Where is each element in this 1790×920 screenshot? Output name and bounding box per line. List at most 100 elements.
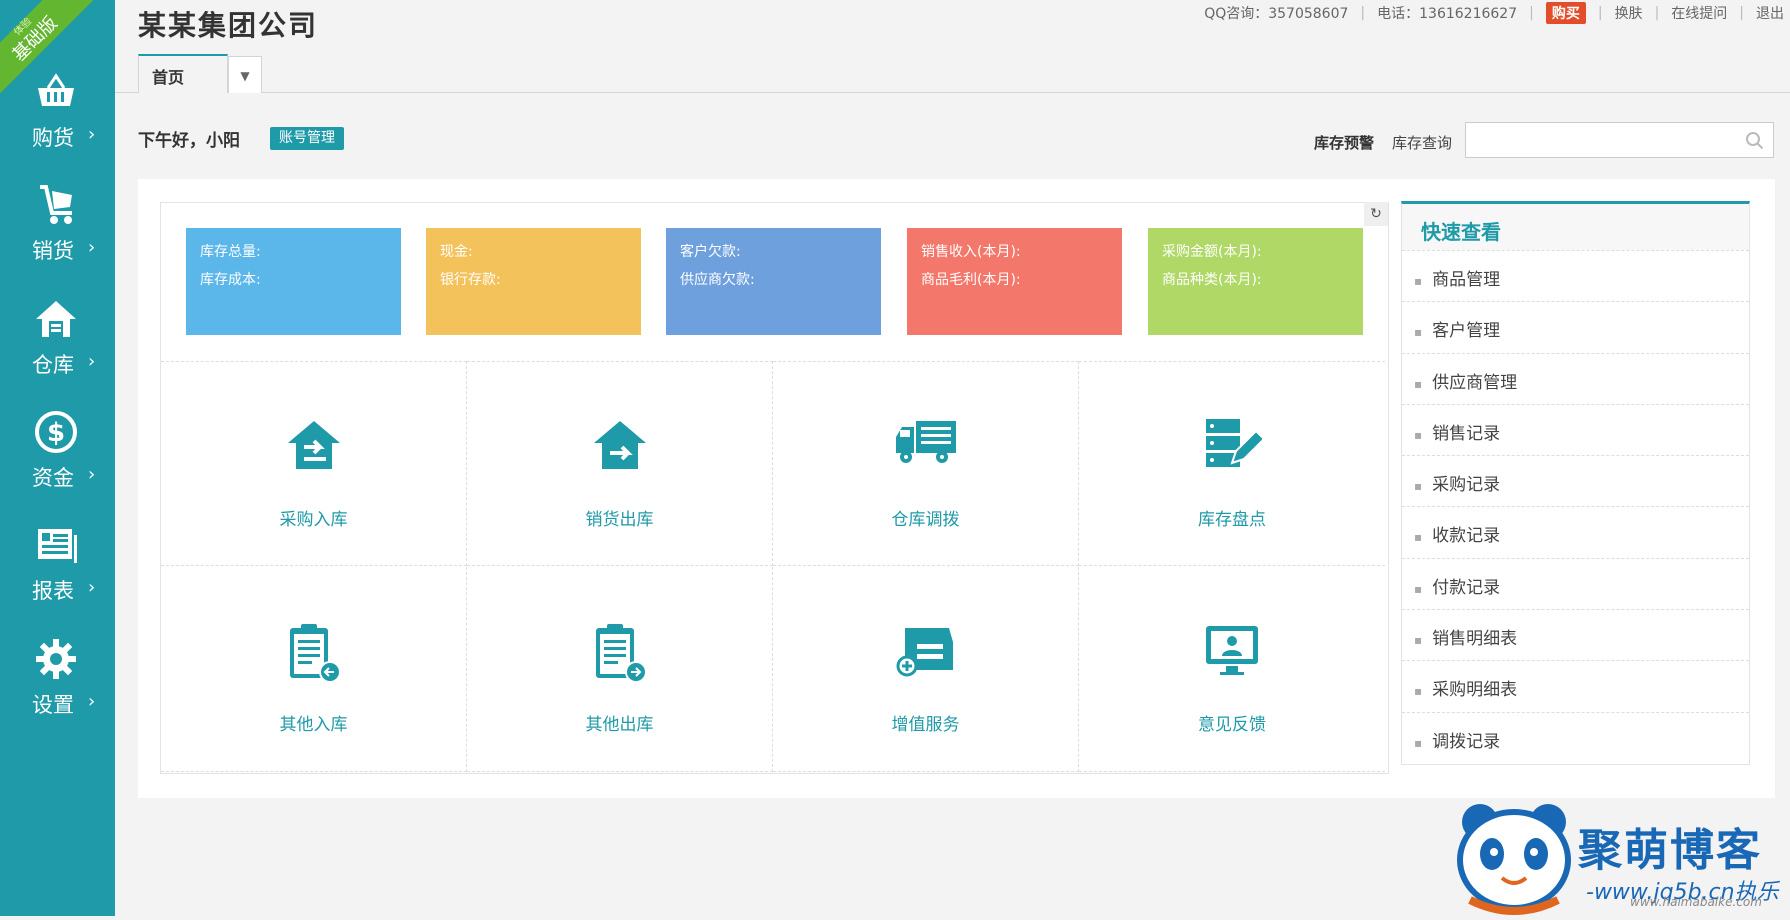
stat-card-purchase: 采购金额(本月): 商品种类(本月): <box>1148 228 1363 335</box>
quick-item-transfer-record[interactable]: ▪ 调拨记录 <box>1402 711 1749 763</box>
house-icon <box>36 301 76 337</box>
stat-card-debt: 客户欠款: 供应商欠款: <box>666 228 881 335</box>
tile-feedback[interactable]: 意见反馈 <box>1079 567 1385 772</box>
service-box-icon <box>896 628 953 677</box>
tab-dropdown-button[interactable]: ▼ <box>228 56 262 93</box>
inventory-check-icon <box>1206 419 1262 467</box>
quick-item-label: 采购记录 <box>1432 475 1501 496</box>
stat-label: 销售收入(本月): <box>921 244 1021 260</box>
stat-card-sales: 销售收入(本月): 商品毛利(本月): <box>907 228 1122 335</box>
tab-bar-divider <box>115 92 1790 93</box>
chevron-right-icon: › <box>88 351 96 372</box>
quick-item-label: 客户管理 <box>1432 321 1501 342</box>
logout-link[interactable]: 退出 <box>1756 3 1784 23</box>
watermark-title: 聚萌博客 <box>1578 825 1762 876</box>
stat-label: 采购金额(本月): <box>1162 244 1262 260</box>
stat-label: 现金: <box>440 244 473 260</box>
tile-value-added-service[interactable]: 增值服务 <box>773 567 1079 772</box>
quick-item-customer[interactable]: ▪ 客户管理 <box>1402 301 1749 352</box>
quick-item-receipt-record[interactable]: ▪ 收款记录 <box>1402 506 1749 557</box>
sidebar-item-sales[interactable]: 销货 › <box>0 183 115 288</box>
sidebar-item-funds[interactable]: $ 资金 › <box>0 410 115 515</box>
gear-icon <box>36 639 76 679</box>
basket-icon <box>38 73 74 106</box>
chevron-right-icon: › <box>88 577 96 598</box>
quick-item-label: 调拨记录 <box>1432 731 1501 752</box>
stat-label: 银行存款: <box>440 272 501 288</box>
chevron-right-icon: › <box>88 691 96 712</box>
quick-view-title: 快速查看 <box>1402 204 1749 250</box>
sidebar-item-purchase[interactable]: 购货 › <box>0 70 115 175</box>
tile-label: 仓库调拨 <box>891 510 960 530</box>
stock-warning-link[interactable]: 库存预警 <box>1314 132 1374 153</box>
sidebar-label-settings: 设置 <box>32 693 74 717</box>
account-management-button[interactable]: 账号管理 <box>270 127 344 150</box>
stat-label: 供应商欠款: <box>680 272 755 288</box>
ask-link[interactable]: 在线提问 <box>1671 3 1727 23</box>
tile-label: 采购入库 <box>279 510 348 530</box>
tile-warehouse-transfer[interactable]: 仓库调拨 <box>773 361 1079 566</box>
search-icon[interactable] <box>1745 131 1765 151</box>
skin-link[interactable]: 换肤 <box>1615 3 1643 23</box>
stat-label: 库存总量: <box>200 244 261 260</box>
dollar-icon: $ <box>35 411 77 453</box>
report-icon <box>38 529 77 563</box>
sidebar-item-reports[interactable]: 报表 › <box>0 523 115 628</box>
purchase-in-icon <box>287 421 340 469</box>
caret-down-icon: ▼ <box>240 69 250 83</box>
sidebar-label-warehouse: 仓库 <box>32 353 74 377</box>
top-links: QQ咨询：357058607 | 电话：13616216627 | 购买 | 换… <box>1204 2 1790 24</box>
quick-item-payment-record[interactable]: ▪ 付款记录 <box>1402 557 1749 609</box>
stat-label: 客户欠款: <box>680 244 741 260</box>
sidebar: 体验 基础版 购货 › 销货 › 仓库 › $ 资金 › 报表 › 设置 › <box>0 0 115 916</box>
sidebar-item-warehouse[interactable]: 仓库 › <box>0 297 115 402</box>
stat-label: 商品毛利(本月): <box>921 272 1021 288</box>
tile-inventory-check[interactable]: 库存盘点 <box>1079 361 1385 566</box>
truck-icon <box>895 421 956 463</box>
quick-item-label: 采购明细表 <box>1432 680 1518 701</box>
feedback-monitor-icon <box>1206 626 1258 675</box>
tile-label: 其他入库 <box>279 715 348 735</box>
phone-contact: 电话：13616216627 <box>1377 6 1518 22</box>
tile-sales-out[interactable]: 销货出库 <box>467 361 773 566</box>
stat-label: 商品种类(本月): <box>1162 272 1262 288</box>
quick-item-product[interactable]: ▪ 商品管理 <box>1402 250 1749 301</box>
quick-item-label: 销售记录 <box>1432 423 1501 444</box>
buy-button[interactable]: 购买 <box>1545 2 1586 24</box>
quick-item-purchase-detail[interactable]: ▪ 采购明细表 <box>1402 660 1749 711</box>
quick-item-supplier[interactable]: ▪ 供应商管理 <box>1402 352 1749 404</box>
quick-view-panel: 快速查看 ▪ 商品管理 ▪ 客户管理 ▪ 供应商管理 ▪ 销售记录 ▪ 采购记录 ▪ 收款记… <box>1401 201 1750 765</box>
quick-item-sales-record[interactable]: ▪ 销售记录 <box>1402 403 1749 455</box>
tile-label: 销货出库 <box>585 510 654 530</box>
clipboard-out-icon <box>595 624 647 683</box>
refresh-icon[interactable]: ↻ <box>1364 202 1388 226</box>
tile-purchase-in[interactable]: 采购入库 <box>161 361 467 566</box>
svg-text:$: $ <box>47 418 65 448</box>
clipboard-in-icon <box>289 624 341 683</box>
watermark-logo: 聚萌博客 -www.jq5b.cn执乐 www.haimabaike.com <box>1450 792 1790 916</box>
quick-item-label: 销售明细表 <box>1432 629 1518 650</box>
stat-label: 库存成本: <box>200 272 261 288</box>
tile-label: 其他出库 <box>585 715 654 735</box>
tile-label: 增值服务 <box>891 715 960 735</box>
quick-item-purchase-record[interactable]: ▪ 采购记录 <box>1402 455 1749 506</box>
sidebar-label-funds: 资金 <box>32 466 74 490</box>
sidebar-item-settings[interactable]: 设置 › <box>0 637 115 742</box>
qq-contact: QQ咨询：357058607 <box>1204 6 1349 22</box>
cart-icon <box>40 185 72 224</box>
tab-home[interactable]: 首页 <box>138 54 228 93</box>
stock-search-input[interactable] <box>1465 122 1774 158</box>
greeting-text: 下午好，小阳 <box>138 131 240 151</box>
quick-item-sales-detail[interactable]: ▪ 销售明细表 <box>1402 609 1749 660</box>
stat-card-cash: 现金: 银行存款: <box>426 228 641 335</box>
tile-label: 意见反馈 <box>1198 715 1266 735</box>
chevron-right-icon: › <box>88 464 96 485</box>
tile-other-out[interactable]: 其他出库 <box>467 567 773 772</box>
stock-query-label: 库存查询 <box>1392 134 1453 152</box>
quick-item-label: 付款记录 <box>1432 577 1501 598</box>
quick-item-label: 供应商管理 <box>1432 372 1518 393</box>
watermark-url-secondary: www.haimabaike.com <box>1630 895 1762 909</box>
company-name: 某某集团公司 <box>138 9 319 42</box>
panda-logo-icon <box>1457 804 1571 915</box>
tile-other-in[interactable]: 其他入库 <box>161 567 467 772</box>
